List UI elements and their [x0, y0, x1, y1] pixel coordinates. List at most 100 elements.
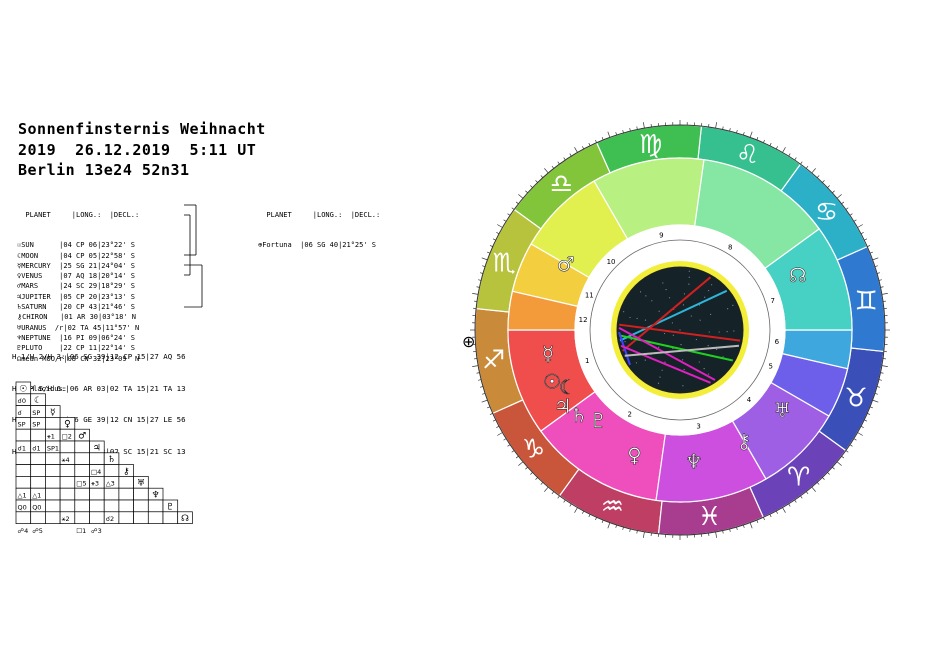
aspect-cell	[89, 487, 105, 501]
aspect-cell	[103, 499, 120, 513]
degree-tick	[607, 522, 611, 529]
neptune-icon: ♆	[685, 449, 703, 473]
aspect-cell-label: SP	[18, 421, 26, 429]
degree-tick	[607, 131, 611, 138]
degree-tick	[845, 207, 849, 210]
degree-tick	[482, 393, 486, 395]
aspect-cell-label: △1	[18, 492, 27, 500]
degree-tick	[872, 399, 879, 403]
degree-tick	[492, 419, 496, 422]
degree-tick	[574, 507, 578, 513]
degree-tick	[518, 194, 524, 199]
aspect-cell-label: SP	[32, 421, 40, 429]
aspect-grid: ☉ ☾ ☿ ♀ ♂ ♃ ♄ ⚷ ♅ ♆ ♇ ☊ ☌0 ☌ SP SP SP ⚹1 □2 ☌1 ☌1 SP1⚹4 □4 □5 ⚹3…	[15, 381, 193, 535]
degree-tick	[507, 444, 511, 447]
aspect-cell	[103, 464, 120, 477]
aspect-grid-planet-icon: ♂	[78, 432, 86, 442]
aspect-cell	[118, 511, 134, 524]
saturn-icon: ♄	[570, 403, 588, 427]
zodiac-sign-icon: ♌	[736, 140, 759, 170]
chiron-icon: ⚷	[737, 429, 752, 453]
house-number-label: 11	[585, 291, 594, 299]
aspect-grid-planet-icon: ♀	[64, 420, 71, 430]
fortuna-table: PLANET |LONG.: |DECL.: ⊕Fortuna |06 SG 4…	[258, 190, 380, 261]
zodiac-sign-icon: ♒	[601, 492, 624, 522]
aspect-cell	[147, 499, 164, 513]
aspect-cell	[30, 464, 46, 477]
aspect-cell	[45, 487, 61, 501]
house-number-label: 5	[768, 363, 772, 371]
aspect-cell	[59, 476, 76, 489]
zodiac-sign-icon: ♎	[550, 170, 573, 200]
degree-tick	[794, 157, 797, 161]
degree-tick	[763, 517, 765, 521]
aspect-cell	[59, 464, 76, 477]
aspect-cell	[118, 487, 134, 501]
degree-tick	[853, 438, 857, 441]
degree-tick	[551, 491, 555, 495]
degree-tick	[515, 201, 519, 205]
degree-tick	[775, 510, 778, 514]
aspect-cell	[74, 511, 90, 524]
aspect-cell-label: ☐1	[76, 527, 86, 535]
degree-tick	[874, 265, 878, 267]
degree-tick	[867, 245, 871, 247]
degree-tick	[551, 165, 555, 169]
degree-tick	[849, 444, 853, 447]
aspect-grid-planet-icon: ♆	[152, 491, 160, 501]
degree-tick	[481, 257, 488, 261]
aspect-cell	[74, 499, 90, 513]
aspect-cell-label: ⚹1	[47, 433, 55, 441]
degree-tick	[715, 122, 717, 129]
fortuna-text: Fortuna |06 SG 40|21°25' S	[262, 241, 377, 250]
zodiac-sign-icon: ♐	[482, 345, 505, 375]
degree-tick	[481, 399, 488, 403]
venus-icon: ♀	[627, 443, 642, 467]
degree-tick	[557, 161, 560, 165]
degree-tick	[836, 194, 842, 199]
degree-tick	[836, 461, 842, 466]
zodiac-sign-icon: ♑	[522, 435, 545, 465]
degree-tick	[864, 238, 868, 241]
house-number-label: 8	[728, 243, 732, 251]
degree-tick	[595, 139, 597, 143]
zodiac-sign-icon: ♉	[844, 384, 867, 414]
aspect-grid-planet-icon: ☾	[34, 396, 42, 406]
degree-tick	[540, 175, 544, 178]
degree-tick	[574, 147, 578, 153]
degree-tick	[535, 180, 538, 183]
aspect-cell	[147, 511, 164, 524]
house-number-label: 1	[585, 357, 589, 365]
aspect-cell-label: Q0	[32, 503, 41, 511]
aspect-cell	[15, 476, 32, 489]
degree-tick	[643, 122, 645, 129]
aspect-cell	[74, 464, 90, 477]
house-number-label: 10	[607, 258, 616, 266]
degree-tick	[496, 232, 500, 235]
fortuna-row: ⊕Fortuna |06 SG 40|21°25' S	[258, 240, 380, 250]
aspect-cell	[15, 452, 32, 465]
degree-tick	[841, 201, 845, 205]
degree-tick	[557, 495, 560, 499]
house-number-label: 2	[628, 411, 632, 419]
aspect-cell	[45, 476, 61, 489]
aspect-cell	[118, 476, 134, 489]
degree-tick	[860, 232, 864, 235]
aspect-cell	[89, 452, 105, 465]
aspect-cell-label: ⚹4	[62, 456, 70, 464]
aspect-cell	[30, 428, 46, 442]
aspect-cell	[89, 499, 105, 513]
aspect-grid-planet-icon: ⚷	[123, 467, 130, 477]
aspect-cell-label: ☌2	[106, 515, 115, 523]
aspect-cell-label: ☌1	[18, 444, 27, 452]
aspect-cell	[103, 487, 120, 501]
degree-tick	[853, 219, 857, 222]
degree-tick	[525, 190, 528, 194]
degree-tick	[511, 450, 515, 453]
aspect-cell-label: ☌0	[18, 397, 27, 405]
degree-tick	[849, 213, 853, 216]
aspect-cell-label: ☌1	[32, 444, 41, 452]
degree-tick	[782, 507, 786, 513]
aspect-grid-planet-icon: ♅	[137, 479, 145, 489]
degree-tick	[643, 531, 645, 538]
